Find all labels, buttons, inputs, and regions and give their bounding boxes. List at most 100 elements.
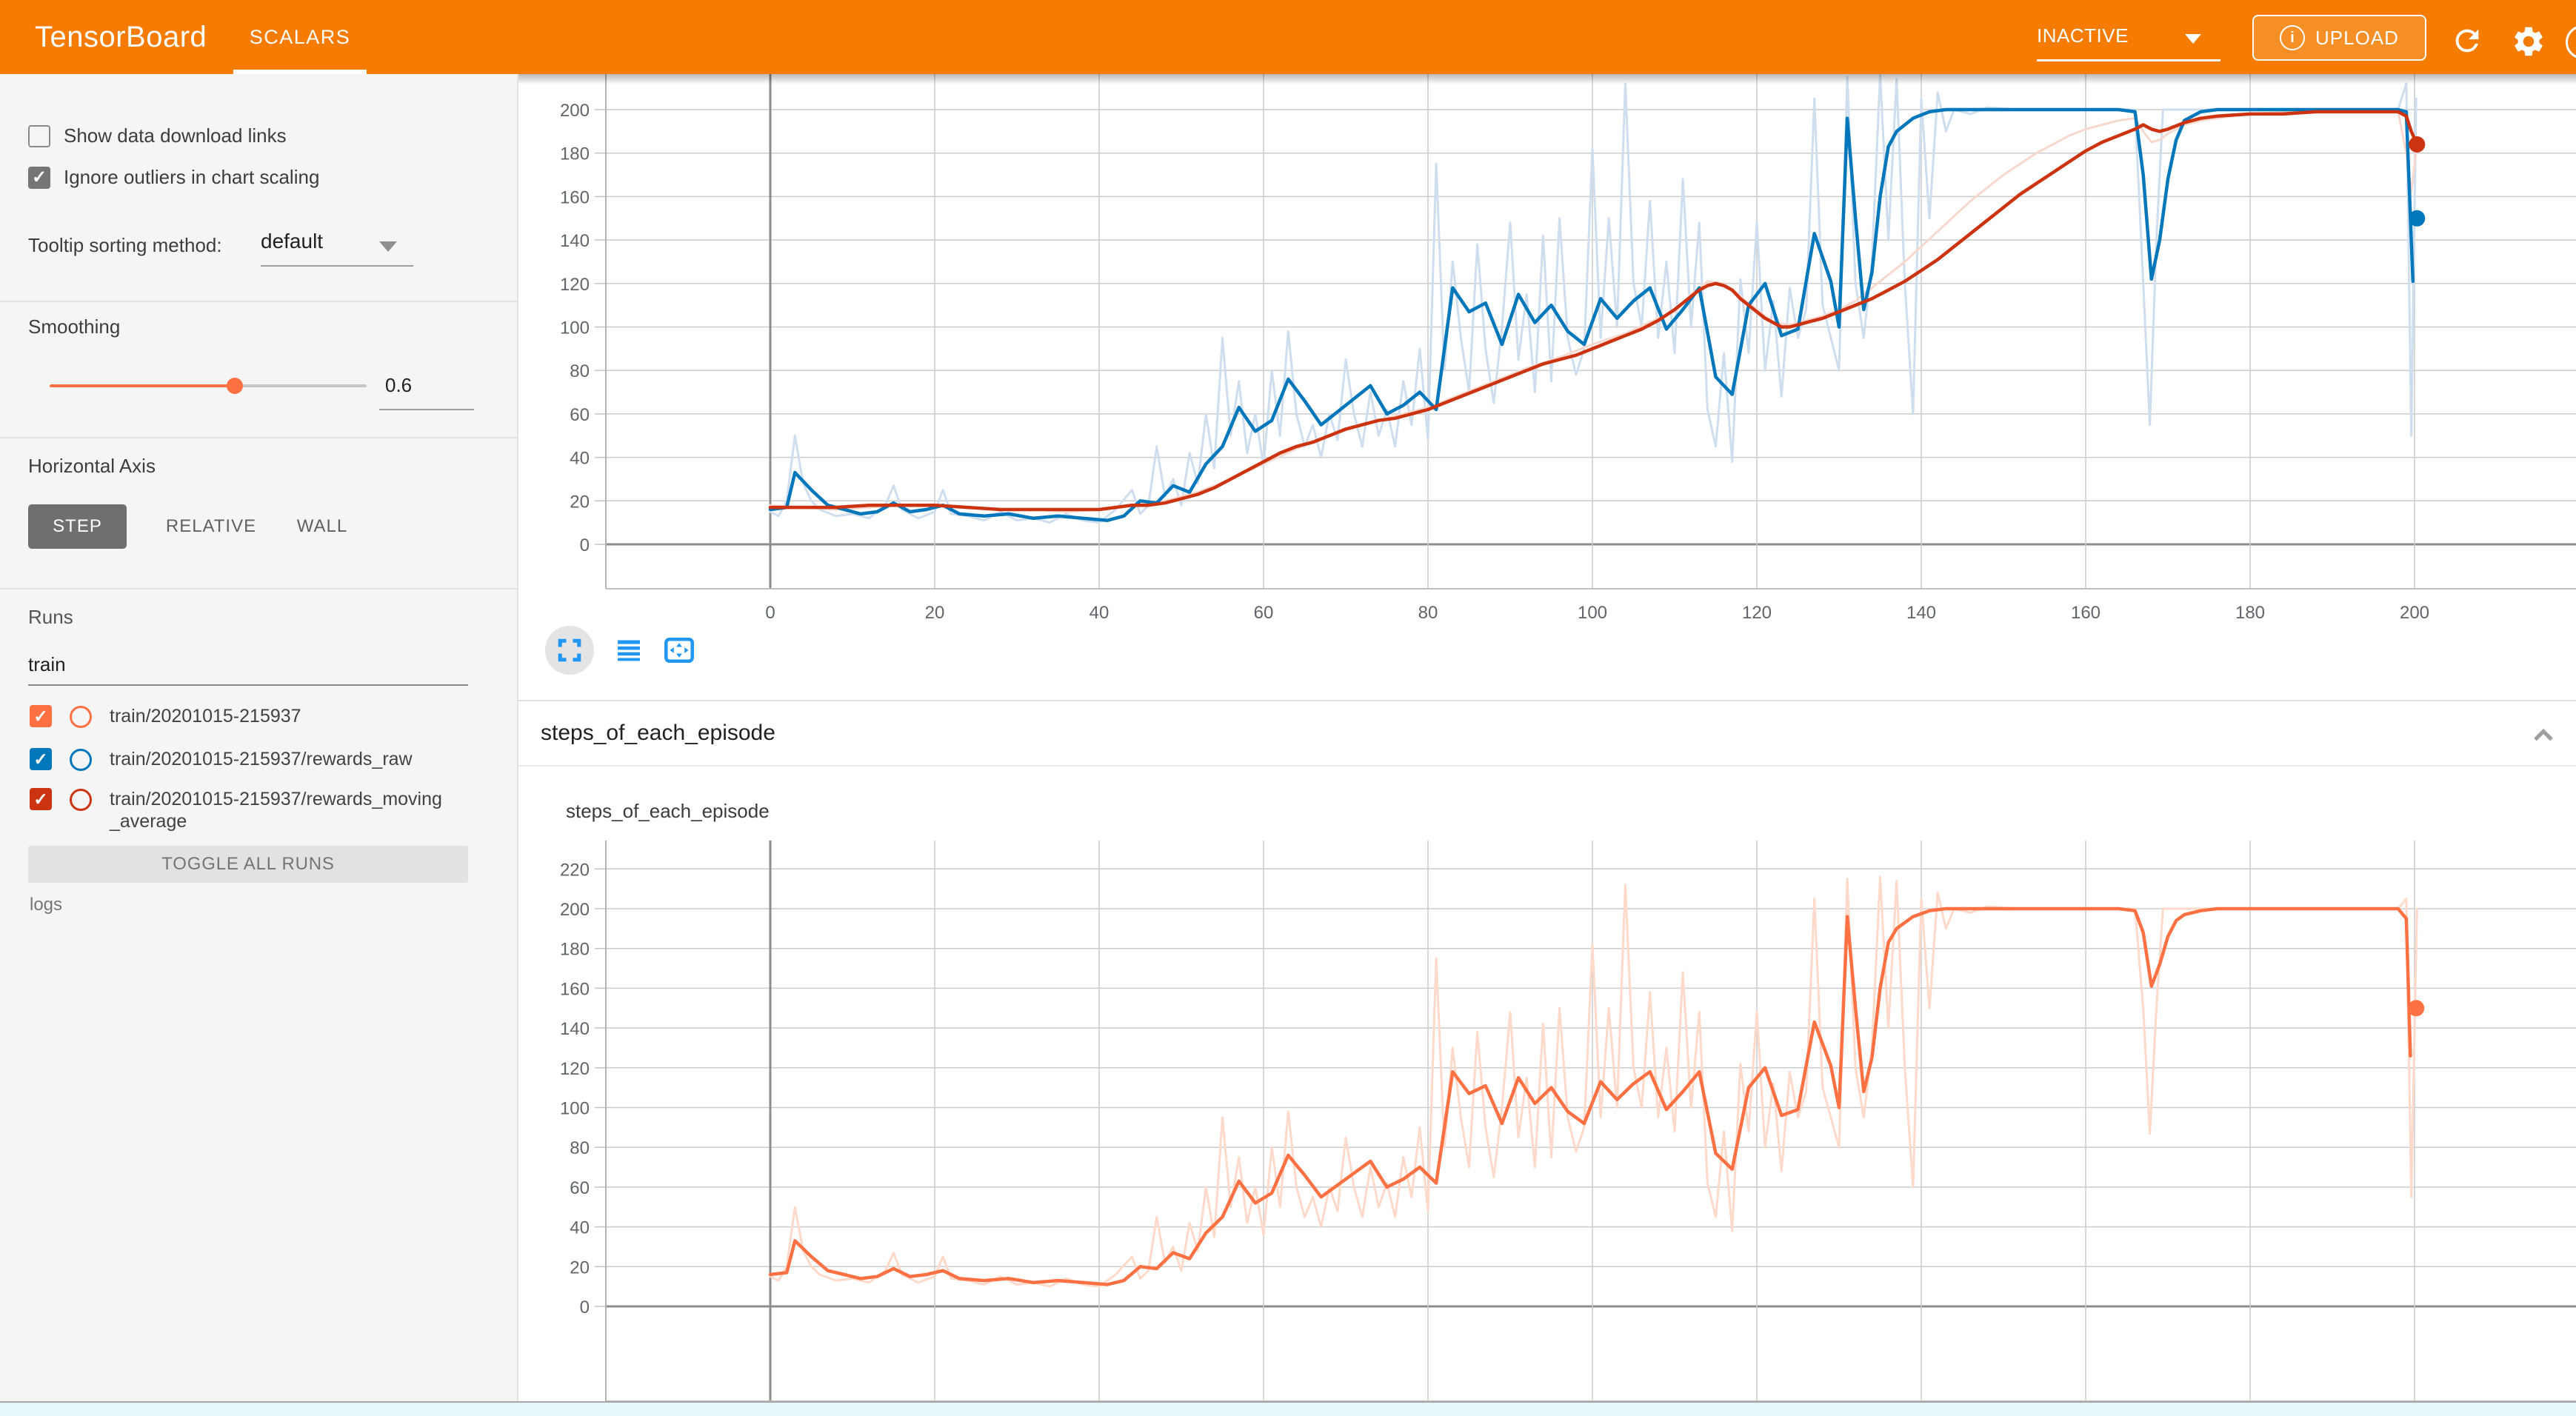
run-checkbox[interactable]: ✓ bbox=[30, 748, 52, 770]
run-label: train/20201015-215937/rewards_moving_ave… bbox=[110, 788, 443, 832]
svg-text:20: 20 bbox=[925, 603, 945, 623]
status-dropdown[interactable]: INACTIVE bbox=[2037, 0, 2222, 74]
svg-text:140: 140 bbox=[1906, 603, 1936, 623]
svg-text:60: 60 bbox=[570, 405, 590, 425]
svg-text:0: 0 bbox=[580, 535, 590, 555]
tooltip-sorting-select[interactable]: default bbox=[261, 230, 323, 253]
smoothing-value[interactable]: 0.6 bbox=[385, 374, 412, 397]
info-icon: i bbox=[2280, 25, 2305, 50]
run-label: train/20201015-215937/rewards_raw bbox=[110, 748, 413, 771]
log-scale-toggle-button[interactable] bbox=[615, 637, 643, 664]
svg-text:40: 40 bbox=[1090, 603, 1110, 623]
chart-toolbar bbox=[545, 626, 695, 675]
run-color-swatch[interactable] bbox=[70, 789, 92, 811]
tooltip-sorting-label: Tooltip sorting method: bbox=[28, 234, 222, 257]
svg-text:100: 100 bbox=[1578, 603, 1607, 623]
svg-text:140: 140 bbox=[560, 1019, 590, 1039]
status-dropdown-underline bbox=[2037, 59, 2220, 61]
svg-text:140: 140 bbox=[560, 231, 590, 251]
ignore-outliers-row: ✓ Ignore outliers in chart scaling bbox=[28, 166, 319, 189]
fit-domain-button[interactable] bbox=[664, 637, 695, 664]
rewards-line-chart[interactable]: 0204060801001201401601802000204060801001… bbox=[518, 74, 2576, 633]
ignore-outliers-checkbox[interactable]: ✓ bbox=[28, 167, 50, 189]
help-icon[interactable] bbox=[2566, 25, 2576, 59]
svg-text:120: 120 bbox=[560, 275, 590, 295]
divider bbox=[0, 301, 517, 302]
axis-relative-button[interactable]: RELATIVE bbox=[152, 504, 270, 549]
svg-text:200: 200 bbox=[560, 900, 590, 920]
run-color-swatch[interactable] bbox=[70, 749, 92, 771]
logs-label: logs bbox=[30, 895, 62, 915]
svg-text:20: 20 bbox=[570, 1258, 590, 1278]
settings-sidebar: Show data download links ✓ Ignore outlie… bbox=[0, 74, 518, 1416]
run-checkbox[interactable]: ✓ bbox=[30, 788, 52, 810]
smoothing-slider-track-filled[interactable] bbox=[50, 384, 235, 387]
horizontal-axis-label: Horizontal Axis bbox=[28, 455, 156, 478]
fit-to-data-icon bbox=[664, 637, 695, 664]
run-row: ✓ train/20201015-215937 bbox=[30, 705, 301, 728]
svg-text:80: 80 bbox=[570, 1138, 590, 1158]
svg-text:100: 100 bbox=[560, 318, 590, 338]
run-color-swatch[interactable] bbox=[70, 706, 92, 728]
divider bbox=[0, 437, 517, 438]
section-steps-of-each-episode[interactable]: steps_of_each_episode bbox=[518, 700, 2576, 767]
tooltip-sorting-row: Tooltip sorting method: bbox=[28, 234, 222, 257]
runs-filter-underline bbox=[28, 684, 468, 686]
svg-text:60: 60 bbox=[1254, 603, 1274, 623]
app-header: TensorBoard SCALARS INACTIVE i UPLOAD bbox=[0, 0, 2576, 74]
run-checkbox[interactable]: ✓ bbox=[30, 705, 52, 727]
show-download-links-label: Show data download links bbox=[64, 124, 287, 147]
svg-text:100: 100 bbox=[560, 1099, 590, 1119]
smoothing-slider-track[interactable] bbox=[235, 384, 367, 387]
chevron-up-icon[interactable] bbox=[2527, 719, 2560, 755]
fullscreen-icon bbox=[556, 637, 583, 664]
chevron-down-icon bbox=[379, 241, 397, 252]
svg-text:60: 60 bbox=[570, 1178, 590, 1198]
svg-text:180: 180 bbox=[2235, 603, 2265, 623]
tab-active-underline bbox=[233, 70, 367, 74]
divider bbox=[0, 588, 517, 590]
svg-text:20: 20 bbox=[570, 492, 590, 512]
svg-text:80: 80 bbox=[570, 361, 590, 381]
svg-text:200: 200 bbox=[2400, 603, 2429, 623]
tab-scalars[interactable]: SCALARS bbox=[233, 0, 367, 74]
run-row: ✓ train/20201015-215937/rewards_moving_a… bbox=[30, 788, 443, 832]
svg-text:160: 160 bbox=[2071, 603, 2100, 623]
lines-icon bbox=[615, 637, 643, 664]
run-label: train/20201015-215937 bbox=[110, 705, 301, 728]
smoothing-label: Smoothing bbox=[28, 315, 120, 338]
svg-text:160: 160 bbox=[560, 979, 590, 999]
svg-text:160: 160 bbox=[560, 187, 590, 207]
refresh-icon[interactable] bbox=[2450, 24, 2484, 61]
bottom-scroll-strip[interactable] bbox=[0, 1401, 2576, 1416]
svg-text:40: 40 bbox=[570, 449, 590, 469]
gear-icon[interactable] bbox=[2511, 24, 2546, 63]
svg-text:120: 120 bbox=[1742, 603, 1772, 623]
chart-card-title: steps_of_each_episode bbox=[566, 800, 770, 823]
upload-button[interactable]: i UPLOAD bbox=[2252, 15, 2426, 61]
svg-text:120: 120 bbox=[560, 1059, 590, 1079]
svg-text:180: 180 bbox=[560, 144, 590, 164]
smoothing-value-underline bbox=[379, 409, 474, 410]
status-dropdown-value: INACTIVE bbox=[2037, 24, 2129, 47]
toggle-all-runs-button[interactable]: TOGGLE ALL RUNS bbox=[28, 846, 468, 883]
svg-text:200: 200 bbox=[560, 101, 590, 121]
axis-step-button[interactable]: STEP bbox=[28, 504, 127, 549]
smoothing-slider-thumb[interactable] bbox=[227, 378, 243, 394]
expand-chart-button[interactable] bbox=[545, 626, 594, 675]
section-title: steps_of_each_episode bbox=[541, 721, 775, 746]
show-download-links-checkbox[interactable] bbox=[28, 125, 50, 147]
svg-text:40: 40 bbox=[570, 1218, 590, 1238]
svg-text:220: 220 bbox=[560, 860, 590, 880]
svg-text:80: 80 bbox=[1418, 603, 1438, 623]
tooltip-sorting-underline bbox=[261, 265, 413, 267]
chevron-down-icon bbox=[2185, 34, 2201, 44]
axis-wall-button[interactable]: WALL bbox=[281, 504, 363, 549]
upload-button-label: UPLOAD bbox=[2315, 27, 2399, 50]
svg-text:180: 180 bbox=[560, 940, 590, 960]
run-row: ✓ train/20201015-215937/rewards_raw bbox=[30, 748, 413, 771]
runs-filter-input[interactable]: train bbox=[28, 653, 66, 676]
steps-line-chart[interactable]: 020406080100120140160180200220 bbox=[518, 841, 2576, 1401]
scalars-dashboard: 0204060801001201401601802000204060801001… bbox=[518, 74, 2576, 1416]
show-download-links-row: Show data download links bbox=[28, 124, 287, 147]
